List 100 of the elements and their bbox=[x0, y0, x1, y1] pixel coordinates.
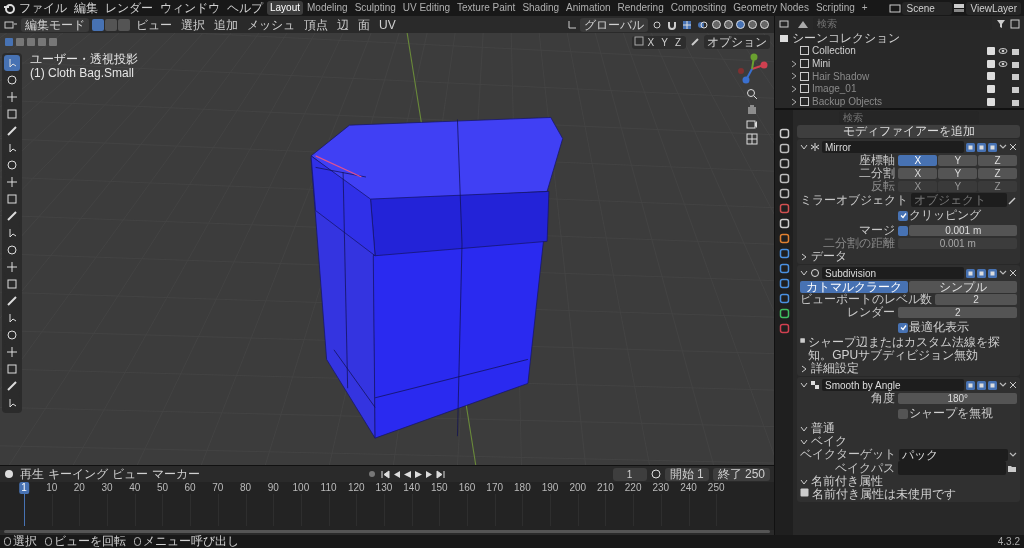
prev-key-icon[interactable] bbox=[392, 469, 402, 479]
play-icon[interactable] bbox=[414, 469, 424, 479]
checkbox-icon[interactable] bbox=[987, 97, 995, 106]
editor-type-icon[interactable] bbox=[4, 19, 18, 30]
options-dropdown[interactable]: オプション bbox=[704, 35, 770, 49]
stopwatch-icon[interactable] bbox=[650, 469, 661, 479]
axis-toggle[interactable]: Z bbox=[978, 155, 1017, 166]
add-modifier-button[interactable]: モディファイアーを追加 bbox=[797, 125, 1020, 138]
shading-mode-icon[interactable] bbox=[747, 19, 758, 30]
edit-mode-icon[interactable] bbox=[966, 380, 975, 390]
outliner-item[interactable]: シーンコレクション bbox=[792, 29, 1020, 47]
axis-toggle[interactable]: Y bbox=[938, 155, 978, 166]
mirror-axis-toggle[interactable]: Z bbox=[671, 35, 684, 49]
workspace-tab[interactable]: Layout bbox=[267, 1, 304, 15]
menu-item[interactable]: 頂点 bbox=[301, 17, 331, 32]
outliner-item[interactable]: Collection bbox=[812, 45, 984, 57]
overlay-icon[interactable] bbox=[696, 19, 708, 30]
menu-item[interactable]: 辺 bbox=[334, 17, 352, 32]
caret-icon[interactable] bbox=[1009, 450, 1017, 459]
number-field[interactable]: 180° bbox=[898, 393, 1017, 404]
end-frame-field[interactable]: 終了 250 bbox=[712, 467, 770, 481]
edit-mode-icon[interactable] bbox=[966, 268, 975, 278]
add-workspace-button[interactable]: + bbox=[858, 1, 871, 15]
menu-item[interactable]: ファイル bbox=[16, 1, 70, 15]
workspace-tab[interactable]: Shading bbox=[519, 1, 563, 15]
mirror-axis-toggle[interactable]: X bbox=[644, 35, 658, 49]
collapse-icon[interactable] bbox=[800, 424, 808, 433]
workspace-tab[interactable]: Modeling bbox=[304, 1, 351, 15]
workspace-tab[interactable]: Compositing bbox=[667, 1, 730, 15]
viewport-icon[interactable] bbox=[977, 142, 986, 152]
outliner-item[interactable]: Hair Shadow bbox=[812, 70, 984, 82]
mirror-axis-toggle[interactable]: Y bbox=[658, 35, 671, 49]
menu-item[interactable]: 面 bbox=[355, 17, 373, 32]
grid-icon[interactable] bbox=[681, 19, 693, 30]
outliner-item[interactable]: Mini bbox=[812, 58, 984, 70]
workspace-tab[interactable]: Geometry Nodes bbox=[730, 1, 812, 15]
menu-item[interactable]: キーイング bbox=[48, 467, 108, 481]
outliner-item[interactable]: Image_01 bbox=[812, 83, 984, 95]
modifier-name-field[interactable]: Smooth by Angle bbox=[822, 379, 964, 391]
navigation-gizmo-icon[interactable] bbox=[736, 53, 768, 85]
edit-mode-icon[interactable] bbox=[966, 142, 975, 152]
collapse-icon[interactable] bbox=[800, 364, 808, 373]
menu-item[interactable]: ビュー bbox=[133, 17, 175, 32]
play-reverse-icon[interactable] bbox=[403, 469, 413, 479]
view-layer-field[interactable]: ViewLayer bbox=[966, 1, 1021, 15]
checkbox-icon[interactable] bbox=[987, 46, 995, 55]
checkbox[interactable] bbox=[898, 225, 909, 236]
caret-icon[interactable] bbox=[999, 143, 1007, 151]
caret-icon[interactable] bbox=[999, 381, 1007, 389]
menu-item[interactable]: マーカー bbox=[152, 467, 200, 481]
modifier-name-field[interactable]: Mirror bbox=[822, 141, 964, 153]
clock-icon[interactable] bbox=[4, 469, 16, 479]
viewport-icon[interactable] bbox=[977, 268, 986, 278]
collapse-icon[interactable] bbox=[800, 252, 808, 261]
shading-mode-icon[interactable] bbox=[759, 19, 770, 30]
modifier-name-field[interactable]: Subdivision bbox=[822, 267, 964, 279]
frame-number[interactable]: 1 bbox=[19, 482, 29, 494]
checkbox-icon[interactable] bbox=[987, 59, 995, 68]
checkbox[interactable] bbox=[898, 210, 909, 221]
tool-button[interactable] bbox=[4, 327, 20, 343]
next-key-icon[interactable] bbox=[425, 469, 435, 479]
filter-icon[interactable] bbox=[996, 18, 1006, 29]
menu-item[interactable]: ビュー bbox=[112, 467, 148, 481]
workspace-tab[interactable]: Scripting bbox=[812, 1, 858, 15]
section-header[interactable]: データ bbox=[811, 250, 847, 263]
workspace-tab[interactable]: Animation bbox=[563, 1, 614, 15]
current-frame-field[interactable]: 1 bbox=[612, 467, 647, 481]
menu-item[interactable]: 編集 bbox=[71, 1, 101, 15]
scrollbar[interactable] bbox=[4, 530, 770, 533]
brush-icon[interactable] bbox=[690, 37, 700, 47]
workspace-tab[interactable]: UV Editing bbox=[399, 1, 453, 15]
section-header[interactable]: ベイク bbox=[811, 435, 847, 448]
caret-icon[interactable] bbox=[999, 269, 1007, 277]
close-icon[interactable] bbox=[1009, 143, 1017, 151]
checkbox[interactable] bbox=[898, 322, 909, 333]
axis-toggle[interactable]: X bbox=[898, 168, 938, 179]
eye-icon[interactable] bbox=[998, 46, 1008, 55]
menu-item[interactable]: ヘルプ bbox=[224, 1, 266, 15]
dropdown-field[interactable]: パック bbox=[899, 448, 1008, 461]
collapse-icon[interactable] bbox=[800, 477, 808, 486]
shading-mode-icon[interactable] bbox=[723, 19, 734, 30]
collapse-icon[interactable] bbox=[800, 437, 808, 446]
shading-mode-icon[interactable] bbox=[711, 19, 722, 30]
menu-item[interactable]: レンダー bbox=[102, 1, 156, 15]
number-field[interactable]: 2 bbox=[935, 294, 1017, 305]
orientation-dropdown[interactable]: グローバル bbox=[580, 17, 648, 32]
checkbox-icon[interactable] bbox=[987, 84, 995, 93]
select-mode-button[interactable] bbox=[92, 18, 104, 31]
object-field[interactable]: オブジェクト bbox=[911, 193, 1007, 207]
section-header[interactable]: 名前付き属性 bbox=[811, 475, 883, 488]
mode-tab[interactable]: カトマルクラーク bbox=[800, 280, 908, 293]
number-field[interactable]: 0.001 m bbox=[909, 225, 1017, 236]
scene-field[interactable]: Scene bbox=[902, 1, 953, 15]
number-field[interactable]: 2 bbox=[898, 307, 1017, 318]
tool-button[interactable] bbox=[4, 157, 20, 173]
collapse-icon[interactable] bbox=[800, 269, 808, 277]
collapse-icon[interactable] bbox=[800, 143, 808, 151]
checkbox-icon[interactable] bbox=[987, 72, 995, 81]
eye-icon[interactable] bbox=[998, 59, 1008, 68]
menu-item[interactable]: 選択 bbox=[178, 17, 208, 32]
